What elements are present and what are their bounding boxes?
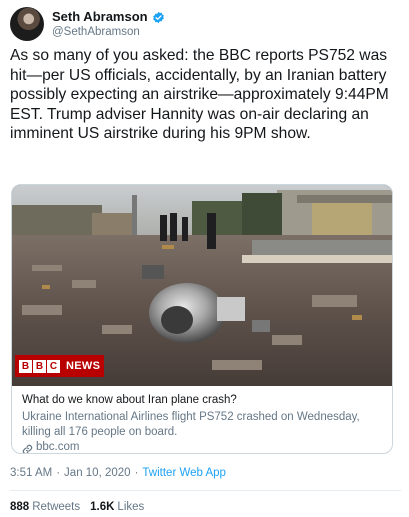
author-names: Seth Abramson @SethAbramson	[52, 9, 165, 39]
retweets-label: Retweets	[32, 501, 81, 513]
bbc-letter: C	[47, 359, 60, 373]
card-domain-row: bbc.com	[22, 440, 382, 453]
card-image[interactable]: B B C NEWS	[12, 185, 392, 386]
link-card[interactable]: B B C NEWS What do we know about Iran pl…	[11, 184, 393, 454]
tweet-text: As so many of you asked: the BBC reports…	[10, 47, 389, 142]
tweet-stats: 888 Retweets 1.6K Likes	[10, 500, 144, 514]
retweets-stat[interactable]: 888 Retweets	[10, 500, 80, 514]
bbc-letter: B	[33, 359, 46, 373]
link-icon	[22, 442, 33, 453]
avatar[interactable]	[10, 7, 44, 41]
tweet-time[interactable]: 3:51 AM	[10, 466, 52, 480]
likes-count: 1.6K	[90, 501, 115, 513]
display-name[interactable]: Seth Abramson	[52, 9, 148, 25]
user-handle[interactable]: @SethAbramson	[52, 25, 165, 39]
card-domain: bbc.com	[36, 441, 80, 453]
name-row: Seth Abramson	[52, 9, 165, 25]
bbc-news-badge: B B C NEWS	[15, 355, 105, 377]
bbc-news-label: NEWS	[66, 360, 101, 372]
verified-badge-icon	[152, 11, 165, 24]
source-app-link[interactable]: Twitter Web App	[142, 466, 226, 480]
tweet-metadata: 3:51 AM · Jan 10, 2020 · Twitter Web App	[10, 466, 226, 480]
bbc-logo: B B C	[19, 359, 60, 373]
retweets-count: 888	[10, 501, 30, 513]
tweet: Seth Abramson @SethAbramson As so many o…	[0, 0, 409, 517]
card-body[interactable]: What do we know about Iran plane crash? …	[12, 386, 392, 453]
meta-separator: ·	[56, 467, 61, 479]
card-title[interactable]: What do we know about Iran plane crash?	[22, 393, 382, 408]
likes-stat[interactable]: 1.6K Likes	[90, 500, 144, 514]
likes-label: Likes	[117, 501, 145, 513]
meta-separator: ·	[134, 467, 139, 479]
divider	[10, 490, 401, 491]
tweet-date[interactable]: Jan 10, 2020	[64, 466, 131, 480]
tweet-header: Seth Abramson @SethAbramson	[10, 6, 165, 42]
bbc-letter: B	[19, 359, 32, 373]
card-description: Ukraine International Airlines flight PS…	[22, 411, 360, 438]
